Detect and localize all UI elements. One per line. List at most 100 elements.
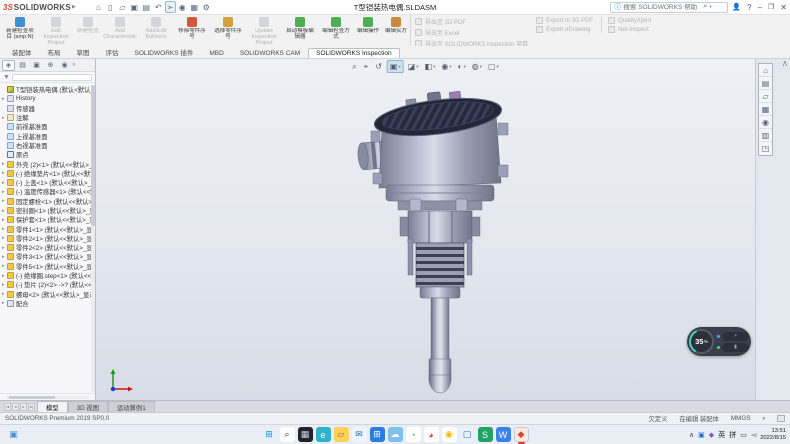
task-pane-tab[interactable]: ▦	[759, 103, 772, 116]
task-pane-tab[interactable]: ◉	[759, 116, 772, 129]
taskbar-app-icon[interactable]: ☁	[388, 427, 403, 442]
search-caret-icon[interactable]: ▾	[709, 4, 711, 10]
close-button[interactable]: ✕	[780, 3, 787, 12]
tray-icon[interactable]: ∧	[689, 431, 694, 439]
filter-funnel-icon[interactable]: ▼	[3, 74, 10, 81]
taskbar-app-icon[interactable]: ⊞	[262, 427, 277, 442]
tree-item[interactable]: ▸ 外壳 (2)<1> (默认<<默认>_显示状	[2, 159, 95, 168]
hud-button[interactable]: ◍▾	[470, 61, 484, 72]
panel-tab[interactable]: ▤	[16, 60, 29, 71]
command-tab[interactable]: 装配体	[4, 45, 40, 58]
tree-item[interactable]: 右视基准面	[2, 141, 95, 150]
panel-tab[interactable]: ◈	[2, 60, 15, 71]
taskbar-app-icon[interactable]: S	[478, 427, 493, 442]
status-pane-icon[interactable]	[777, 415, 785, 422]
ribbon-button[interactable]: Add Characteristic	[102, 15, 138, 46]
hud-button[interactable]: ⌖	[362, 61, 372, 73]
panel-tab[interactable]: ⊕	[44, 60, 57, 71]
hud-button[interactable]: ▣▾	[387, 60, 404, 73]
command-tab[interactable]: 布局	[40, 45, 69, 58]
taskbar-app-icon[interactable]: ◔	[406, 427, 421, 442]
panel-tab[interactable]: ◉	[58, 60, 71, 71]
tree-vertical-scrollbar[interactable]	[91, 85, 95, 392]
tree-item[interactable]: ▸ 密封圈<1> (默认<<默认>_显示状	[2, 206, 95, 215]
taskbar-app-icon[interactable]: W	[496, 427, 511, 442]
hud-button[interactable]: ◪▾	[406, 61, 421, 72]
export-item[interactable]: 导出至 2D PDF	[415, 17, 528, 26]
task-pane-tab[interactable]: ⌂	[759, 64, 772, 77]
tree-item[interactable]: ▸ 注解	[2, 113, 95, 122]
hud-button[interactable]: ▢▾	[486, 61, 501, 72]
taskbar-app-icon[interactable]: e	[316, 427, 331, 442]
ribbon-button[interactable]: Update Inspection Project	[246, 15, 282, 46]
view-tab[interactable]: 运动算例1	[108, 401, 155, 412]
tree-horizontal-scrollbar[interactable]	[0, 393, 95, 400]
tree-item[interactable]: ▸ (-) 上盖<1> (默认<<默认>_显示状	[2, 178, 95, 187]
login-icon[interactable]: 👤	[732, 3, 741, 11]
tray-icon[interactable]: ▣	[698, 431, 705, 439]
export-item[interactable]: Net-Inspect	[608, 26, 651, 33]
ribbon-button[interactable]: 移除零件序号	[174, 15, 210, 46]
tree-item[interactable]: ▸ 零件3<1> (默认<<默认>_显示状态	[2, 252, 95, 261]
hud-button[interactable]: ⌕	[350, 61, 359, 73]
export-item[interactable]: Export eDrawing	[536, 26, 593, 33]
tree-item[interactable]: ▸ (-) 绝缘垫片<1> (默认<<默认>_显	[2, 169, 95, 178]
tray-icon[interactable]: ▭	[740, 431, 747, 439]
panel-tabs-more-icon[interactable]: »	[72, 62, 75, 68]
taskbar-app-icon[interactable]: ▦	[298, 427, 313, 442]
view-tab[interactable]: 3D 视图	[68, 401, 108, 412]
hud-button[interactable]: ◉▾	[439, 61, 453, 72]
taskbar-app-icon[interactable]: ▱	[334, 427, 349, 442]
ribbon-button[interactable]: 选择零件序号	[210, 15, 246, 46]
taskbar-clock[interactable]: 13:51 2022/8/15	[760, 428, 786, 441]
help-search-box[interactable]: ⓘ ⌕ ▾	[610, 2, 728, 13]
command-tab[interactable]: MBD	[201, 48, 231, 58]
tray-icon[interactable]: 拼	[729, 430, 736, 440]
tree-item[interactable]: T型铠装热电偶 (默认<默认_显示状态-1	[2, 85, 95, 94]
tree-item[interactable]: ▸ (-) 温度传感器<1> (默认<<默认>_	[2, 187, 95, 196]
help-button[interactable]: ?	[747, 3, 751, 12]
command-tab[interactable]: 草图	[69, 45, 98, 58]
task-pane-tab[interactable]: ◳	[759, 142, 772, 155]
taskbar-app-icon[interactable]: ⊞	[370, 427, 385, 442]
widget-dpi-button[interactable]: ⚡	[722, 332, 749, 341]
widget-power-button[interactable]: ▮	[722, 343, 749, 352]
tree-item[interactable]: ▸ 保护套<1> (默认<<默认>_显示状	[2, 215, 95, 224]
tree-item[interactable]: ▸ 零件2<1> (默认<<默认>_显示状态	[2, 234, 95, 243]
search-input[interactable]	[623, 4, 701, 11]
search-icon[interactable]: ⌕	[703, 3, 707, 11]
mouse-battery-widget[interactable]: 35% ⚡ ▮	[687, 327, 751, 356]
tree-item[interactable]: ▸ 螺母<2> (默认<<默认>_显示状态	[2, 290, 95, 299]
graphics-viewport[interactable]: ⌕ ⌖ ↺ ▣▾ ◪▾	[96, 59, 755, 400]
thermocouple-model[interactable]	[350, 89, 530, 399]
ribbon-button[interactable]: 编辑操作	[354, 15, 382, 46]
ribbon-button[interactable]: Edit Inspection Project	[38, 15, 74, 46]
widgets-button[interactable]: ▣	[6, 427, 21, 442]
tree-item[interactable]: ▸ 固定螺栓<1> (默认<<默认>_显示	[2, 197, 95, 206]
tree-item[interactable]: ▸ History	[2, 94, 95, 103]
commandmanager-collapse-icon[interactable]: ᐱ	[783, 61, 787, 68]
task-pane-tab[interactable]: ▱	[759, 90, 772, 103]
command-tab[interactable]: SOLIDWORKS 插件	[127, 45, 202, 58]
tree-item[interactable]: ▸ (-) 绝缘圈.step<1> (默认<<默认>	[2, 271, 95, 280]
taskbar-app-icon[interactable]: ✉	[352, 427, 367, 442]
taskbar-app-icon[interactable]: ◉	[442, 427, 457, 442]
export-item[interactable]: QualityXpert	[608, 17, 651, 24]
task-pane-tab[interactable]: ▤	[759, 77, 772, 90]
taskbar-app-icon[interactable]: ⌕	[280, 427, 295, 442]
taskbar-app-icon[interactable]: ▢	[460, 427, 475, 442]
tray-icon[interactable]: 英	[718, 430, 725, 440]
tree-item[interactable]: ▸ (-) 垫片 (2)<2> ->? (默认<<默认>	[2, 280, 95, 289]
units-caret-icon[interactable]: ▾	[762, 416, 765, 422]
tree-item[interactable]: 上视基准面	[2, 131, 95, 140]
command-tab[interactable]: SOLIDWORKS Inspection	[308, 48, 400, 58]
restore-button[interactable]: ❐	[768, 3, 774, 11]
filter-input[interactable]	[12, 74, 92, 81]
tree-item[interactable]: ▸ 零件1<1> (默认<<默认>_显示状态	[2, 224, 95, 233]
tree-item[interactable]: 传感器	[2, 104, 95, 113]
tray-icon[interactable]: ◅	[751, 431, 756, 439]
export-item[interactable]: Export to 3D PDF	[536, 17, 593, 24]
ribbon-button[interactable]: 新建检查项目 (amp;N)	[2, 15, 38, 46]
tray-icon[interactable]: ◆	[709, 431, 714, 439]
task-pane-tab[interactable]: ▥	[759, 129, 772, 142]
